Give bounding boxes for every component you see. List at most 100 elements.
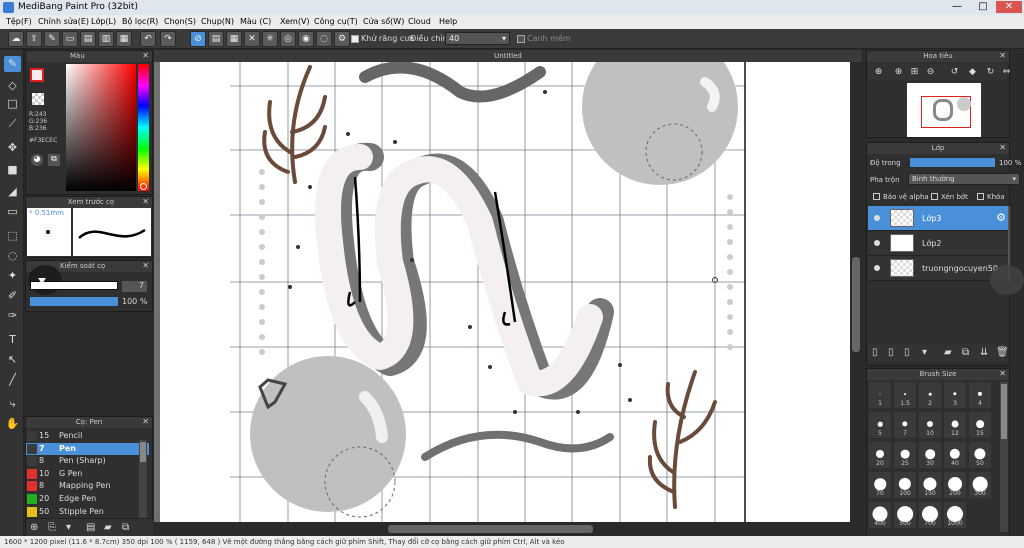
brush-size-cell[interactable]: 300 — [969, 472, 991, 498]
document-tab[interactable]: Untitled — [154, 50, 862, 62]
color-picker-square[interactable] — [66, 64, 136, 191]
brush-settings-icon[interactable]: ▤ — [86, 522, 95, 533]
brush-list-item[interactable]: 8 Mapping Pen — [26, 480, 149, 492]
menu-window[interactable]: Cửa sổ(W) — [363, 17, 404, 26]
brush-size-cell[interactable]: 400 — [869, 502, 891, 528]
new-layer-icon[interactable]: ▯ — [872, 347, 878, 358]
layer-opacity-slider[interactable] — [910, 158, 995, 167]
copy-brush-icon[interactable]: ⎘ — [48, 522, 56, 533]
scrollbar-thumb[interactable] — [852, 257, 860, 352]
settings-snap-icon[interactable]: ⚙ — [334, 31, 350, 47]
zoom-out-icon[interactable]: ⊖ — [922, 64, 939, 80]
divide-tool-icon[interactable]: ╱ — [4, 372, 21, 388]
hand-tool-icon[interactable]: ✋ — [4, 416, 21, 432]
minimize-button[interactable]: — — [944, 1, 970, 13]
brush-width-value[interactable]: 7 — [122, 281, 147, 292]
add-layer-menu-icon[interactable]: ▾ — [922, 347, 927, 358]
scrollbar-thumb[interactable] — [388, 525, 593, 533]
clipping-checkbox[interactable] — [931, 193, 938, 200]
adjust-select[interactable]: 40 ▾ — [445, 32, 510, 45]
brush-size-cell[interactable]: 150 — [919, 472, 941, 498]
folder-icon[interactable]: ▰ — [104, 522, 112, 533]
trash-icon[interactable]: 🗑 — [996, 347, 1009, 358]
cloud-icon[interactable]: ☁ — [8, 31, 24, 47]
close-icon[interactable]: ✕ — [999, 51, 1006, 60]
brush-list-item[interactable]: 10 G Pen — [26, 468, 149, 480]
smooth-checkbox[interactable] — [517, 35, 525, 43]
ellipse-snap-icon[interactable]: ◉ — [298, 31, 314, 47]
zoom-in-2-icon[interactable]: ⊕ — [890, 64, 907, 80]
brush-size-scrollbar[interactable] — [1000, 382, 1008, 532]
horizontal-scrollbar[interactable] — [154, 522, 862, 536]
canvas-paper[interactable] — [160, 62, 850, 522]
hue-slider[interactable] — [138, 64, 149, 191]
comment-icon[interactable]: ✎ — [44, 31, 60, 47]
brush-size-cell[interactable]: 40 — [944, 442, 966, 468]
select-tool-icon[interactable]: ⬚ — [4, 228, 21, 244]
menu-select[interactable]: Chọn(S) — [164, 17, 196, 26]
brush-size-cell[interactable]: 15 — [969, 412, 991, 438]
layer-row-truongngocuyen50[interactable]: truongngocuyen50 — [868, 256, 1008, 281]
fit-icon[interactable]: ⊞ — [906, 64, 923, 80]
menu-cloud[interactable]: Cloud — [408, 17, 431, 26]
palette-icon[interactable]: ◕ — [31, 154, 43, 166]
circle-snap-icon[interactable]: ◎ — [280, 31, 296, 47]
brush-list-item[interactable]: 50 Stipple Pen — [26, 506, 149, 518]
brush-list-item[interactable]: 8 Pen (Sharp) — [26, 455, 149, 467]
navigator-thumbnail[interactable] — [907, 83, 981, 137]
brush-size-cell[interactable]: 30 — [919, 442, 941, 468]
menu-snap[interactable]: Chụp(N) — [201, 17, 234, 26]
fill-rect-icon[interactable]: ■ — [4, 162, 21, 178]
close-icon[interactable]: ✕ — [142, 261, 149, 270]
close-button[interactable]: ✕ — [996, 1, 1022, 13]
brush-size-cell[interactable]: 1 — [869, 382, 891, 408]
visibility-icon[interactable] — [874, 240, 880, 246]
brush-size-cell[interactable]: 1000 — [944, 502, 966, 528]
menu-view[interactable]: Xem(V) — [280, 17, 310, 26]
magic-wand-icon[interactable]: ✦ — [4, 268, 21, 284]
menu-file[interactable]: Tệp(F) — [6, 17, 32, 26]
antialias-checkbox[interactable] — [351, 35, 359, 43]
color-cursor[interactable] — [66, 64, 70, 68]
close-icon[interactable]: ✕ — [999, 143, 1006, 152]
blend-select[interactable]: Bình thường ▾ — [908, 173, 1020, 185]
brush-size-cell[interactable]: 7 — [894, 412, 916, 438]
visibility-icon[interactable] — [874, 265, 880, 271]
reset-icon[interactable]: ◆ — [964, 64, 981, 80]
eyedropper-tool-icon[interactable]: ⤷ — [4, 396, 21, 412]
brush-list-item[interactable]: 20 Edge Pen — [26, 493, 149, 505]
visibility-icon[interactable] — [874, 215, 880, 221]
scrollbar-thumb[interactable] — [1001, 384, 1007, 439]
scrollbar-thumb[interactable] — [140, 442, 146, 462]
new-layer-1bit-icon[interactable]: ▯ — [904, 347, 910, 358]
artwork[interactable] — [160, 62, 850, 522]
brush-size-cell[interactable]: 100 — [894, 472, 916, 498]
text-tool-icon[interactable]: T — [4, 332, 21, 348]
lasso-tool-icon[interactable]: ◌ — [4, 248, 21, 264]
brush-list-scrollbar[interactable] — [139, 440, 147, 518]
parallel-ruler-icon[interactable]: ▤ — [208, 31, 224, 47]
brush-size-cell[interactable]: 25 — [894, 442, 916, 468]
brush-size-cell[interactable]: 2 — [919, 382, 941, 408]
brush-size-cell[interactable]: 50 — [969, 442, 991, 468]
maximize-button[interactable]: □ — [970, 1, 996, 13]
brush-opacity-slider[interactable] — [30, 297, 118, 306]
bucket-tool-icon[interactable]: ◢ — [4, 184, 21, 200]
brush-size-cell[interactable]: 200 — [944, 472, 966, 498]
move-tool-icon[interactable]: ✥ — [4, 140, 21, 156]
menu-edit[interactable]: Chỉnh sửa(E) — [38, 17, 89, 26]
foreground-color-swatch[interactable] — [30, 68, 44, 82]
undo-icon[interactable]: ↶ — [140, 31, 156, 47]
brush-size-cell[interactable]: 700 — [919, 502, 941, 528]
rotate-left-icon[interactable]: ↺ — [946, 64, 963, 80]
menu-tools[interactable]: Công cụ(T) — [314, 17, 358, 26]
message-icon[interactable]: ▭ — [62, 31, 78, 47]
menu-help[interactable]: Help — [439, 17, 457, 26]
close-icon[interactable]: ✕ — [999, 369, 1006, 378]
line-tool-icon[interactable]: ⟋ — [4, 116, 21, 132]
vertical-scrollbar[interactable] — [850, 62, 862, 522]
radial-snap-icon[interactable]: ✳ — [262, 31, 278, 47]
duplicate-icon[interactable]: ⧉ — [122, 522, 129, 533]
rotate-right-icon[interactable]: ↻ — [982, 64, 999, 80]
close-icon[interactable]: ✕ — [142, 417, 149, 426]
